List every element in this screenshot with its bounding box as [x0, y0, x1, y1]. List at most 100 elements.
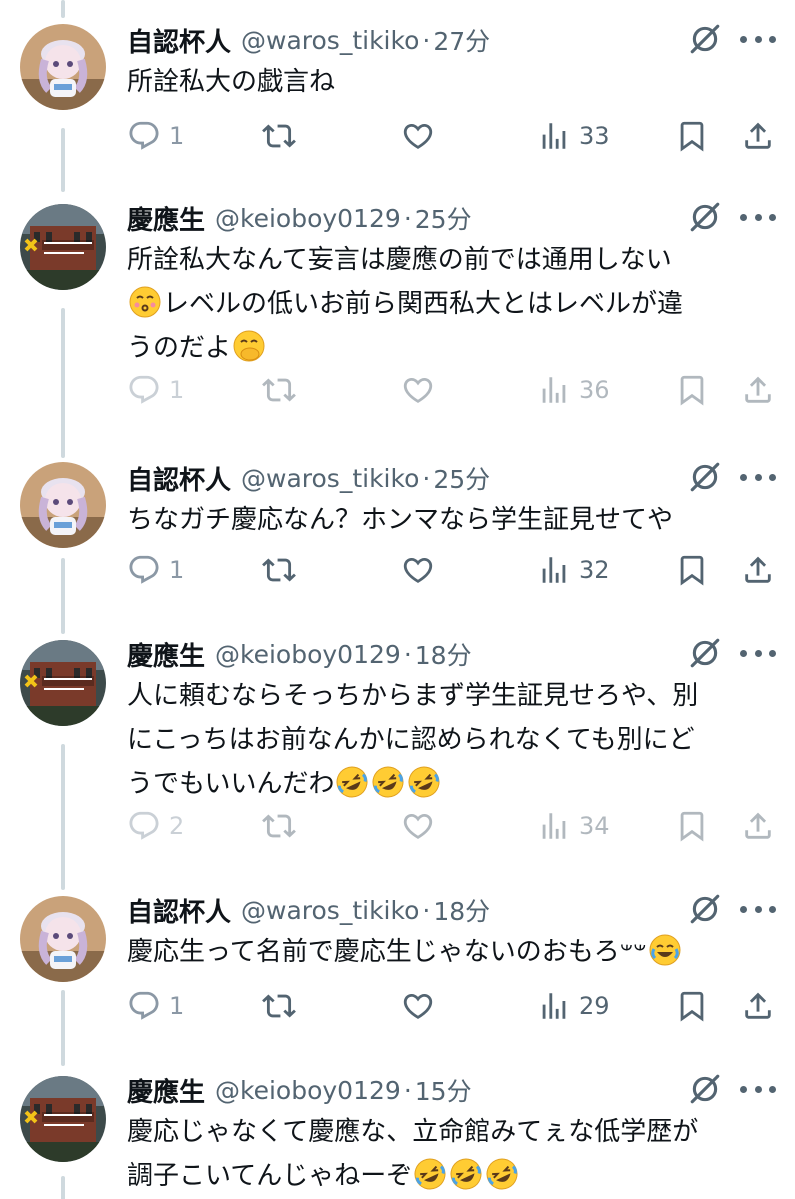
bookmark-button[interactable] — [675, 114, 709, 158]
share-icon — [741, 119, 775, 153]
reply-button[interactable]: 2 — [127, 804, 184, 848]
share-button[interactable] — [741, 984, 775, 1028]
more-icon[interactable] — [740, 212, 776, 222]
like-button[interactable] — [401, 114, 435, 158]
bookmark-button[interactable] — [675, 368, 709, 412]
thread-line — [61, 0, 65, 18]
more-icon[interactable] — [740, 904, 776, 914]
bookmark-button[interactable] — [675, 984, 709, 1028]
bookmark-icon — [675, 553, 709, 587]
tweet-text-segment: ちなガチ慶応なん？ホンマなら学生証見せてや — [127, 505, 674, 535]
timestamp[interactable]: 27分 — [433, 22, 490, 58]
reply-count: 1 — [169, 122, 185, 150]
retweet-button[interactable] — [262, 984, 296, 1028]
rofl-emoji-icon — [336, 766, 368, 798]
action-bar: 1 33 — [0, 114, 795, 158]
grok-icon[interactable] — [688, 892, 722, 926]
display-name[interactable]: 慶應生 — [127, 200, 205, 237]
hand-over-mouth-emoji-icon — [233, 330, 265, 362]
username-handle[interactable]: @waros_tikiko — [241, 464, 419, 493]
views-icon — [537, 119, 571, 153]
retweet-button[interactable] — [262, 368, 296, 412]
grok-icon[interactable] — [688, 200, 722, 234]
views-button[interactable]: 32 — [537, 548, 610, 592]
tweet-text-segment: 慶応生って名前で慶応生じゃないのおもろ𐤔𐤔 — [127, 937, 647, 967]
views-button[interactable]: 34 — [537, 804, 610, 848]
more-icon[interactable] — [740, 648, 776, 658]
grok-icon[interactable] — [688, 636, 722, 670]
like-button[interactable] — [401, 984, 435, 1028]
action-bar: 1 32 — [0, 548, 795, 592]
timestamp[interactable]: 25分 — [433, 460, 490, 496]
username-handle[interactable]: @waros_tikiko — [241, 26, 419, 55]
retweet-button[interactable] — [262, 114, 296, 158]
avatar[interactable] — [20, 640, 106, 726]
share-icon — [741, 553, 775, 587]
share-button[interactable] — [741, 368, 775, 412]
avatar[interactable] — [20, 896, 106, 982]
view-count: 29 — [579, 992, 610, 1020]
avatar[interactable] — [20, 462, 106, 548]
tweet-text: 慶応生って名前で慶応生じゃないのおもろ𐤔𐤔 — [127, 930, 767, 974]
grok-icon[interactable] — [688, 1072, 722, 1106]
retweet-icon — [262, 809, 296, 843]
more-icon[interactable] — [740, 1084, 776, 1094]
tweet-text: 所詮私大の戯言ね — [127, 60, 767, 104]
timestamp[interactable]: 15分 — [415, 1072, 472, 1108]
like-button[interactable] — [401, 548, 435, 592]
thread-line — [61, 1176, 65, 1199]
grok-icon[interactable] — [688, 22, 722, 56]
views-button[interactable]: 29 — [537, 984, 610, 1028]
like-icon — [401, 119, 435, 153]
timestamp[interactable]: 18分 — [415, 636, 472, 672]
display-name[interactable]: 慶應生 — [127, 636, 205, 673]
username-handle[interactable]: @keioboy0129 — [215, 640, 401, 669]
share-button[interactable] — [741, 548, 775, 592]
timestamp[interactable]: 18分 — [433, 892, 490, 928]
timestamp[interactable]: 25分 — [415, 200, 472, 236]
rofl-emoji-icon — [372, 766, 404, 798]
share-button[interactable] — [741, 114, 775, 158]
tweet-text: 人に頼むならそっちからまず学生証見せろや、別 にこっちはお前なんかに認められなく… — [127, 674, 767, 806]
rofl-emoji-icon — [414, 1158, 446, 1190]
reply-icon — [127, 989, 161, 1023]
display-name[interactable]: 自認杯人 — [127, 460, 231, 497]
display-name[interactable]: 慶應生 — [127, 1072, 205, 1109]
avatar[interactable] — [20, 1076, 106, 1162]
bookmark-button[interactable] — [675, 548, 709, 592]
kiss-emoji-icon — [129, 286, 161, 318]
reply-button[interactable]: 1 — [127, 368, 184, 412]
more-icon[interactable] — [740, 34, 776, 44]
display-name[interactable]: 自認杯人 — [127, 892, 231, 929]
separator-dot: · — [422, 25, 431, 55]
views-button[interactable]: 33 — [537, 114, 610, 158]
like-button[interactable] — [401, 368, 435, 412]
reply-button[interactable]: 1 — [127, 984, 184, 1028]
like-button[interactable] — [401, 804, 435, 848]
display-name[interactable]: 自認杯人 — [127, 22, 231, 59]
username-handle[interactable]: @waros_tikiko — [241, 896, 419, 925]
retweet-button[interactable] — [262, 804, 296, 848]
username-handle[interactable]: @keioboy0129 — [215, 1076, 401, 1105]
avatar[interactable] — [20, 24, 106, 110]
bookmark-icon — [675, 119, 709, 153]
bookmark-button[interactable] — [675, 804, 709, 848]
grok-icon[interactable] — [688, 460, 722, 494]
retweet-icon — [262, 553, 296, 587]
rofl-emoji-icon — [408, 766, 440, 798]
reply-button[interactable]: 1 — [127, 114, 184, 158]
like-icon — [401, 809, 435, 843]
view-count: 33 — [579, 122, 610, 150]
avatar[interactable] — [20, 204, 106, 290]
share-button[interactable] — [741, 804, 775, 848]
tweet-header: 自認杯人 @waros_tikiko · 25分 — [127, 458, 490, 498]
username-handle[interactable]: @keioboy0129 — [215, 204, 401, 233]
views-icon — [537, 989, 571, 1023]
rofl-emoji-icon — [450, 1158, 482, 1190]
views-icon — [537, 373, 571, 407]
retweet-button[interactable] — [262, 548, 296, 592]
more-icon[interactable] — [740, 472, 776, 482]
reply-button[interactable]: 1 — [127, 548, 184, 592]
views-button[interactable]: 36 — [537, 368, 610, 412]
separator-dot: · — [403, 1075, 412, 1105]
